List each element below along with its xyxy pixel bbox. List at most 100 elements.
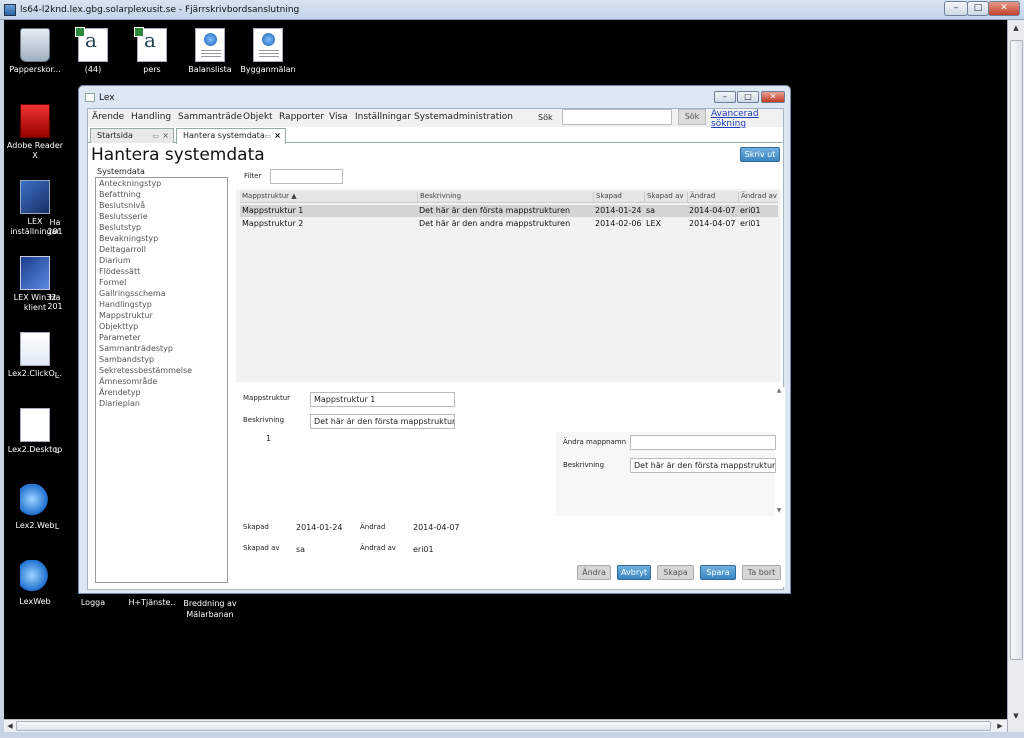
rdp-horizontal-scrollbar[interactable]: ◀ ▶	[4, 719, 1007, 732]
ta-bort-button[interactable]: Ta bort	[742, 565, 781, 580]
rdp-close-button[interactable]: ✕	[988, 1, 1020, 16]
menu-arende[interactable]: Ärende	[92, 112, 124, 122]
rdp-minimize-button[interactable]: –	[944, 1, 968, 16]
systemdata-item[interactable]: Bevakningstyp	[96, 233, 227, 244]
systemdata-item[interactable]: Handlingstyp	[96, 299, 227, 310]
avbryt-button[interactable]: Avbryt	[617, 565, 651, 580]
structure-editor[interactable]	[236, 432, 554, 516]
systemdata-item[interactable]: Ärendetyp	[96, 387, 227, 398]
column-header-beskrivning[interactable]: Beskrivning	[417, 192, 592, 203]
systemdata-item[interactable]: Sammanträdestyp	[96, 343, 227, 354]
lex-close-button[interactable]: ✕	[761, 91, 785, 103]
print-button[interactable]: Skriv ut	[740, 147, 780, 162]
andrad-label: Ändrad	[360, 523, 386, 531]
right-beskrivning-field[interactable]: Det här är den första mappstrukturen	[630, 458, 776, 473]
beskrivning-field[interactable]: Det här är den första mappstrukturen	[310, 414, 455, 429]
rdp-window-title: ls64-l2knd.lex.gbg.solarplexusit.se - Fj…	[20, 5, 300, 15]
column-header-skapad-av[interactable]: Skapad av	[644, 192, 686, 203]
systemdata-item[interactable]: Sekretessbestämmelse	[96, 365, 227, 376]
tab-bar: Startsida ▭ × Hantera systemdata ▭ ×	[88, 128, 783, 144]
desktop-icon-recycle-bin[interactable]: Papperskor...	[4, 28, 66, 75]
cell-mappstruktur: Mappstruktur 1	[242, 206, 304, 215]
column-header-andrad-av[interactable]: Ändrad av	[738, 192, 778, 203]
cell-skapad-av: sa	[646, 206, 656, 215]
systemdata-item[interactable]: Sambandstyp	[96, 354, 227, 365]
scroll-up-icon[interactable]: ▲	[1010, 22, 1022, 34]
column-header-andrad[interactable]: Ändrad	[687, 192, 737, 203]
systemdata-label: Systemdata	[97, 167, 145, 176]
menu-rapporter[interactable]: Rapporter	[279, 112, 324, 122]
menu-handling[interactable]: Handling	[131, 112, 171, 122]
andra-mappnamn-label: Ändra mappnamn	[563, 438, 627, 446]
systemdata-item[interactable]: Befattning	[96, 189, 227, 200]
skapa-button[interactable]: Skapa	[657, 565, 694, 580]
lex-minimize-button[interactable]: –	[714, 91, 736, 103]
desktop-icon-balanslista[interactable]: Balanslista	[179, 28, 241, 75]
mappstruktur-field[interactable]: Mappstruktur 1	[310, 392, 455, 407]
desktop-icon-44[interactable]: a (44)	[62, 27, 124, 75]
systemdata-item[interactable]: Mappstruktur	[96, 310, 227, 321]
menu-sammantrade[interactable]: Sammanträde	[178, 112, 242, 122]
desktop-icon-bygganmalan[interactable]: Bygganmälan	[237, 28, 299, 75]
tab-label: Hantera systemdata	[183, 131, 265, 140]
systemdata-item[interactable]: Deltagarroll	[96, 244, 227, 255]
advanced-search-link[interactable]: Avancerad sökning	[711, 109, 783, 129]
search-button[interactable]: Sök	[678, 109, 706, 125]
cell-beskrivning: Det här är den första mappstrukturen	[419, 206, 571, 215]
menu-systemadministration[interactable]: Systemadministration	[414, 112, 513, 122]
desktop-icon-label: Papperskor...	[9, 65, 61, 74]
desktop-icon-pers[interactable]: a pers	[121, 27, 183, 75]
column-header-skapad[interactable]: Skapad	[593, 192, 643, 203]
andra-mappnamn-field[interactable]	[630, 435, 776, 450]
lex-maximize-button[interactable]: □	[737, 91, 759, 103]
desktop-icon-breddning-label[interactable]: Breddning av Mälarbanan	[175, 598, 245, 620]
andra-button[interactable]: Ändra	[577, 565, 611, 580]
tab-hantera-systemdata[interactable]: Hantera systemdata ▭ ×	[176, 128, 286, 144]
rdp-horizontal-scroll-thumb[interactable]	[16, 721, 991, 731]
rdp-vertical-scroll-thumb[interactable]	[1010, 40, 1023, 660]
scroll-left-icon[interactable]: ◀	[4, 720, 16, 732]
menu-installningar[interactable]: Inställningar	[355, 112, 411, 122]
rdp-restore-button[interactable]: □	[967, 1, 989, 16]
cell-andrad-av: eri01	[740, 219, 761, 228]
systemdata-item[interactable]: Anteckningstyp	[96, 178, 227, 189]
tab-pin-icon[interactable]: ▭	[264, 129, 271, 143]
beskrivning-label: Beskrivning	[243, 416, 285, 424]
scroll-down-icon[interactable]: ▼	[1010, 710, 1022, 722]
systemdata-item[interactable]: Beslutstyp	[96, 222, 227, 233]
desktop-icon-lexweb[interactable]: LexWeb	[4, 560, 66, 607]
table-row[interactable]: Mappstruktur 1 Det här är den första map…	[240, 205, 778, 217]
table-row[interactable]: Mappstruktur 2 Det här är den andra mapp…	[240, 218, 778, 230]
systemdata-item[interactable]: Objekttyp	[96, 321, 227, 332]
close-icon[interactable]: ×	[162, 129, 169, 143]
tab-startsida[interactable]: Startsida ▭ ×	[90, 128, 174, 143]
systemdata-item[interactable]: Beslutsnivå	[96, 200, 227, 211]
systemdata-item[interactable]: Ämnesområde	[96, 376, 227, 387]
scroll-up-icon[interactable]: ▲	[773, 385, 785, 397]
column-header-mappstruktur[interactable]: Mappstruktur ▲	[240, 192, 416, 203]
filter-input[interactable]	[270, 169, 343, 184]
rdp-frame-bottom	[0, 732, 1024, 738]
detail-scrollbar[interactable]: ▲ ▼	[774, 387, 784, 515]
rdp-vertical-scrollbar[interactable]: ▲ ▼	[1007, 20, 1024, 738]
scroll-down-icon[interactable]: ▼	[773, 505, 785, 517]
spara-button[interactable]: Spara	[700, 565, 736, 580]
menu-objekt[interactable]: Objekt	[243, 112, 273, 122]
close-icon[interactable]: ×	[274, 129, 281, 143]
search-input[interactable]	[562, 109, 672, 125]
systemdata-item[interactable]: Formel	[96, 277, 227, 288]
page-title: Hantera systemdata	[91, 145, 265, 165]
systemdata-item[interactable]: Beslutsserie	[96, 211, 227, 222]
systemdata-item[interactable]: Diarieplan	[96, 398, 227, 409]
systemdata-list[interactable]: Anteckningstyp Befattning Beslutsnivå Be…	[95, 177, 228, 583]
systemdata-item[interactable]: Gallringsschema	[96, 288, 227, 299]
tab-pin-icon[interactable]: ▭	[152, 129, 159, 143]
clickonce-icon	[20, 332, 50, 366]
desktop-partial-label: L	[54, 522, 60, 531]
desktop-icon-adobe-reader[interactable]: Adobe Reader X	[4, 104, 66, 161]
systemdata-item[interactable]: Parameter	[96, 332, 227, 343]
scroll-right-icon[interactable]: ▶	[994, 720, 1006, 732]
systemdata-item[interactable]: Flödessätt	[96, 266, 227, 277]
menu-visa[interactable]: Visa	[329, 112, 348, 122]
systemdata-item[interactable]: Diarium	[96, 255, 227, 266]
